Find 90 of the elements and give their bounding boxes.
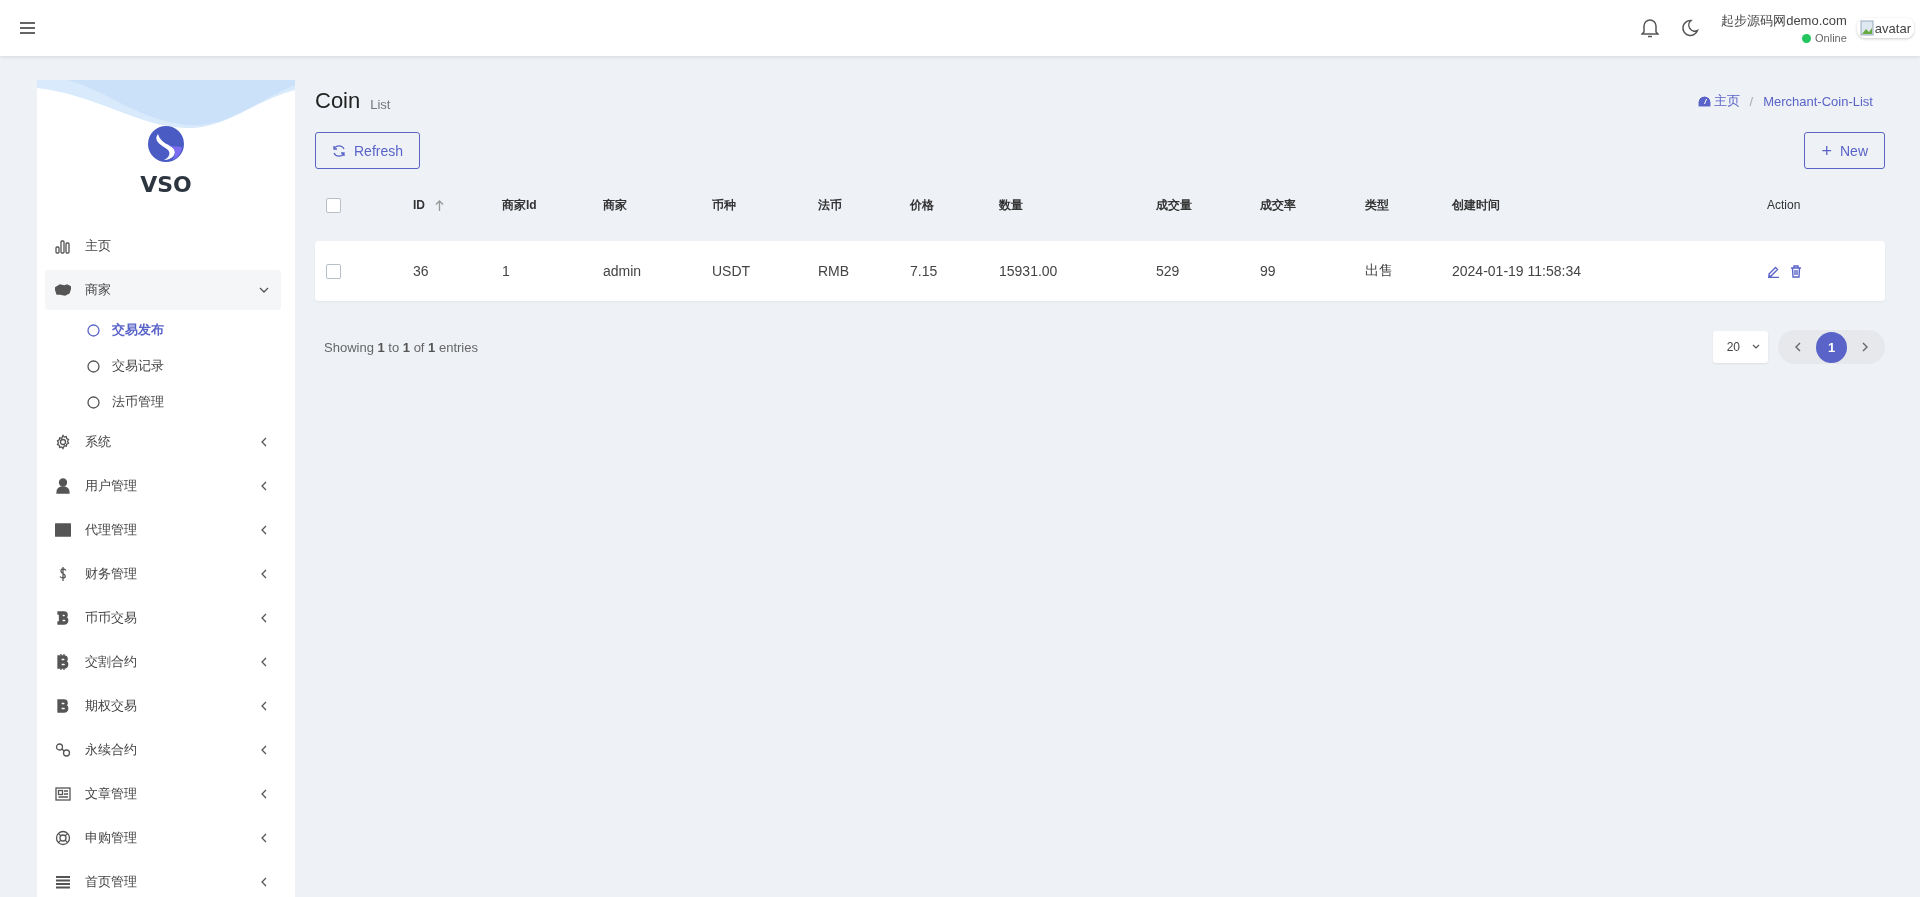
chevron-icon (259, 437, 269, 447)
column-header: 成交量 (1156, 196, 1192, 214)
sidebar-subitem[interactable]: 交易记录 (45, 350, 281, 382)
status-dot (1802, 33, 1812, 43)
life-ring-icon (55, 830, 71, 846)
user-icon (55, 478, 71, 494)
sidebar-item[interactable]: 商家 (45, 270, 281, 310)
bell-icon[interactable] (1641, 18, 1660, 38)
chevron-icon (259, 569, 269, 579)
sidebar-item[interactable]: 永续合约 (45, 730, 281, 770)
circle-icon (87, 323, 100, 337)
table-cell-text: 99 (1260, 263, 1277, 279)
new-button[interactable]: + New (1804, 132, 1885, 169)
table-cell-text: 出售 (1365, 262, 1394, 280)
table-cell-text: admin (603, 263, 643, 279)
sidebar-item[interactable]: 文章管理 (45, 774, 281, 814)
refresh-button[interactable]: Refresh (315, 132, 421, 169)
table-cell-text: 7.15 (910, 263, 939, 279)
column-header[interactable]: ID (413, 198, 425, 212)
sidebar-item[interactable]: 代理管理 (45, 510, 281, 550)
circle-icon (87, 395, 100, 409)
page-size-select[interactable]: 20 (1712, 331, 1768, 363)
sidebar-item[interactable]: 申购管理 (45, 818, 281, 858)
column-header: 商家Id (502, 196, 537, 214)
newspaper-icon (55, 786, 71, 802)
column-header: 法币 (818, 196, 842, 214)
breadcrumb-link[interactable]: Merchant-Coin-List (1763, 93, 1873, 109)
chevron-icon (259, 285, 269, 295)
breadcrumb-separator: / (1749, 93, 1754, 109)
table-cell-text: 529 (1156, 263, 1181, 279)
caret-icon (1752, 344, 1760, 350)
user-name: 起步源码网demo.com (1721, 12, 1847, 30)
chevron-icon (259, 833, 269, 843)
page-button[interactable]: 1 (1816, 331, 1847, 363)
table-cell-text: 15931.00 (999, 263, 1059, 279)
entries-summary: Showing 1 to 1 of 1 entries (324, 339, 478, 355)
trash-icon[interactable] (1790, 264, 1802, 278)
refresh-icon (332, 143, 346, 158)
column-header: 币种 (712, 196, 736, 214)
checkbox[interactable] (326, 263, 341, 279)
chevron-icon (259, 701, 269, 711)
gear-icon (55, 434, 71, 450)
table-cell-text: USDT (712, 263, 752, 279)
circle-icon (87, 359, 100, 373)
column-header: 类型 (1365, 196, 1389, 214)
dashboard-icon (1697, 95, 1711, 107)
brand-name: VSO (140, 172, 192, 197)
logo-icon (148, 126, 184, 162)
chevron-icon (259, 657, 269, 667)
table-cell-text: 2024-01-19 11:58:34 (1452, 263, 1582, 279)
sidebar-subitem[interactable]: 法币管理 (45, 386, 281, 418)
column-header: 价格 (910, 196, 934, 214)
chevron-icon (259, 745, 269, 755)
column-header: 创建时间 (1452, 196, 1500, 214)
sidebar-item[interactable]: 期权交易 (45, 686, 281, 726)
breadcrumb-link[interactable]: 主页 (1713, 92, 1740, 110)
page-title: Coin (315, 88, 361, 114)
status-text: Online (1815, 32, 1847, 44)
column-header: Action (1767, 198, 1801, 212)
edit-icon[interactable] (1767, 264, 1780, 278)
table-cell-text: 36 (413, 263, 430, 279)
sidebar-item[interactable]: 币币交易 (45, 598, 281, 638)
chart-icon (55, 238, 71, 254)
sidebar-item[interactable]: 系统 (45, 422, 281, 462)
moon-icon[interactable] (1681, 19, 1700, 37)
avatar[interactable]: avatar (1856, 18, 1914, 38)
sidebar-item[interactable]: 财务管理 (45, 554, 281, 594)
bitcoin-icon (55, 654, 71, 670)
link-icon (55, 742, 71, 758)
chevron-icon (259, 877, 269, 887)
menu-icon[interactable] (20, 22, 35, 34)
table-cell-text: 1 (502, 263, 511, 279)
chevron-icon (259, 613, 269, 623)
sidebar-item[interactable]: 主页 (45, 226, 281, 266)
sidebar-item[interactable]: 交割合约 (45, 642, 281, 682)
column-header: 数量 (999, 196, 1023, 214)
bold-b-icon (55, 610, 71, 626)
checkbox[interactable] (326, 197, 341, 213)
sidebar-item[interactable]: 用户管理 (45, 466, 281, 506)
sidebar-item[interactable]: 首页管理 (45, 862, 281, 897)
list-icon (55, 874, 71, 890)
page-subtitle: List (370, 96, 391, 112)
chevron-icon (259, 789, 269, 799)
sidebar-subitem[interactable]: 交易发布 (45, 314, 281, 346)
bitcoin-icon (55, 698, 71, 714)
chevron-icon (259, 481, 269, 491)
column-header: 商家 (603, 196, 627, 214)
column-header: 成交率 (1260, 196, 1296, 214)
chevron-icon (259, 525, 269, 535)
table-cell-text: RMB (818, 263, 851, 279)
